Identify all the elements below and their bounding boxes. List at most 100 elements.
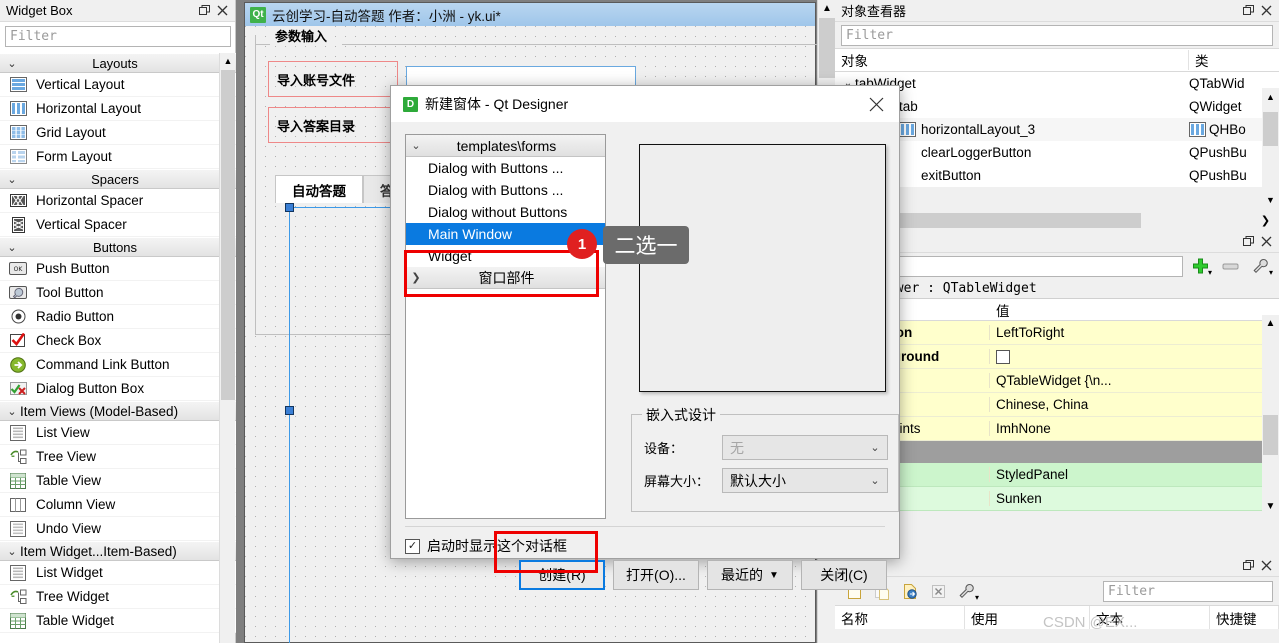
import-answer-dir-label[interactable]: 导入答案目录 [268,107,398,143]
widget-box-list[interactable]: ⌄ Layouts Vertical Layout Horizontal Layout… [0,53,236,643]
widget-box-item[interactable]: Table View [0,469,236,493]
widget-box-group-1[interactable]: ⌄ Spacers [0,169,236,189]
widget-box-item[interactable]: Horizontal Layout [0,97,236,121]
resize-handle-topleft[interactable] [285,203,294,212]
form-window-titlebar[interactable]: Qt 云创学习-自动答题 作者：小洲 - yk.ui* [245,3,815,26]
edit-action-icon[interactable] [897,580,923,602]
template-tree[interactable]: ⌄ templates\forms Dialog with Buttons ..… [404,134,606,519]
delete-action-icon[interactable] [925,580,951,602]
widget-box-item[interactable]: Radio Button [0,305,236,329]
property-editor-rows[interactable]: utDirectionLeftToRightFillBackgroundShee… [835,321,1279,511]
create-button[interactable]: 创建(R) [519,560,605,590]
property-value[interactable]: QTableWidget {\n... [990,373,1279,388]
close-icon[interactable] [1257,557,1275,575]
template-item[interactable]: Dialog with Buttons ... [406,157,605,179]
property-row[interactable]: ne [835,441,1279,463]
property-row[interactable]: eChinese, China [835,393,1279,417]
close-button[interactable]: 关闭(C) [801,560,887,590]
scroll-up-icon[interactable]: ▲ [818,0,836,17]
widget-box-item[interactable]: Dialog Button Box [0,377,236,401]
screen-size-combobox[interactable]: 默认大小 ⌄ [722,468,888,493]
scroll-down-icon[interactable]: ▼ [1262,498,1279,515]
widget-box-item[interactable]: Table Widget [0,609,236,633]
close-icon[interactable] [1257,2,1275,20]
object-inspector-row[interactable]: ⌄tabQWidget [835,95,1279,118]
scroll-up-icon[interactable]: ▲ [1262,88,1279,105]
widget-box-item[interactable]: Undo View [0,517,236,541]
template-group-forms[interactable]: ⌄ templates\forms [406,135,605,157]
template-item[interactable]: Dialog without Buttons [406,201,605,223]
float-icon[interactable] [1239,2,1257,20]
widget-box-item[interactable]: Form Layout [0,145,236,169]
float-icon[interactable] [1239,557,1257,575]
wrench-icon[interactable]: ▾ [1247,255,1273,277]
widget-box-filter-input[interactable]: Filter [5,26,231,47]
widget-box-item[interactable]: Horizontal Spacer [0,189,236,213]
scrollbar-thumb[interactable] [1263,415,1278,455]
property-row[interactable]: utDirectionLeftToRight [835,321,1279,345]
property-value[interactable]: Sunken [990,491,1279,506]
widget-box-item[interactable]: Column View [0,493,236,517]
widget-box-group-4[interactable]: ⌄ Item Widget...Item-Based) [0,541,236,561]
scrollbar-thumb[interactable] [221,70,235,400]
property-row[interactable]: tMethodHintsImhNone [835,417,1279,441]
property-value[interactable]: ImhNone [990,421,1279,436]
device-combobox[interactable]: 无 ⌄ [722,435,888,460]
float-icon[interactable] [195,2,213,20]
template-group-widgets[interactable]: ❯ 窗口部件 [406,267,605,289]
resize-handle-left[interactable] [285,406,294,415]
widget-box-scrollbar[interactable]: ▲ [219,53,235,643]
widget-box-item[interactable]: Command Link Button [0,353,236,377]
scrollbar-thumb[interactable] [1263,112,1278,146]
widget-box-group-2[interactable]: ⌄ Buttons [0,237,236,257]
widget-box-item[interactable]: Tree View [0,445,236,469]
widget-box-item[interactable]: Vertical Layout [0,73,236,97]
action-editor-filter-input[interactable]: Filter [1103,580,1273,602]
scroll-up-icon[interactable]: ▲ [1262,315,1279,332]
widget-box-item[interactable]: List View [0,421,236,445]
widget-box-item[interactable]: Tool Button [0,281,236,305]
open-button[interactable]: 打开(O)... [613,560,699,590]
scroll-right-icon[interactable]: ❯ [1258,213,1273,228]
widget-box-group-3[interactable]: ⌄ Item Views (Model-Based) [0,401,236,421]
property-checkbox[interactable] [996,349,1010,364]
scroll-up-icon[interactable]: ▲ [220,53,236,69]
widget-box-group-0[interactable]: ⌄ Layouts [0,53,236,73]
float-icon[interactable] [1239,233,1257,251]
minus-icon[interactable] [1217,255,1243,277]
close-icon[interactable] [1257,233,1275,251]
widget-box-item[interactable]: Vertical Spacer [0,213,236,237]
property-row[interactable]: FillBackground [835,345,1279,369]
property-value[interactable]: LeftToRight [990,325,1279,340]
object-inspector-scrollbar-vertical[interactable]: ▲ ▼ [1262,88,1279,208]
plus-icon[interactable]: ▾ [1187,255,1213,277]
property-row[interactable]: eShadowSunken [835,487,1279,511]
widget-box-item[interactable]: Check Box [0,329,236,353]
close-icon[interactable] [213,2,231,20]
property-value[interactable]: StyledPanel [990,467,1279,482]
widget-box-item[interactable]: Grid Layout [0,121,236,145]
import-account-file-label[interactable]: 导入账号文件 [268,61,398,97]
wrench-icon[interactable]: ▾ [953,580,979,602]
scroll-down-icon[interactable]: ▼ [1262,191,1279,208]
property-row[interactable]: eShapeStyledPanel [835,463,1279,487]
template-item[interactable]: Dialog with Buttons ... [406,179,605,201]
close-icon[interactable] [853,86,899,122]
property-editor-scrollbar[interactable]: ▲ ▼ [1262,315,1279,515]
property-row[interactable]: SheetQTableWidget {\n... [835,369,1279,393]
object-inspector-row[interactable]: clearLoggerButton QPushBu [835,141,1279,164]
object-inspector-row[interactable]: ⌄horizontalLayout_3QHBo [835,118,1279,141]
object-inspector-row[interactable]: exitButton QPushBu [835,164,1279,187]
property-value[interactable] [990,349,1279,364]
scrollbar-thumb[interactable] [819,18,835,78]
property-value[interactable]: Chinese, China [990,397,1279,412]
widget-box-item[interactable]: OK Push Button [0,257,236,281]
object-inspector-row[interactable]: ⌄ tabWidget QTabWid [835,72,1279,95]
show-dialog-on-startup-checkbox[interactable]: ✓ 启动时显示这个对话框 [405,536,567,556]
widget-box-item[interactable]: List Widget [0,561,236,585]
object-inspector-filter-input[interactable]: Filter [841,25,1273,46]
object-inspector-tree[interactable]: ⌄tabWidgetQTabWid⌄tabQWidget⌄horizontalL… [835,72,1279,187]
widget-box-item[interactable]: Tree Widget [0,585,236,609]
object-inspector-scrollbar-horizontal[interactable]: ❯ [841,212,1273,229]
tab-auto-answer[interactable]: 自动答题 [275,175,363,203]
